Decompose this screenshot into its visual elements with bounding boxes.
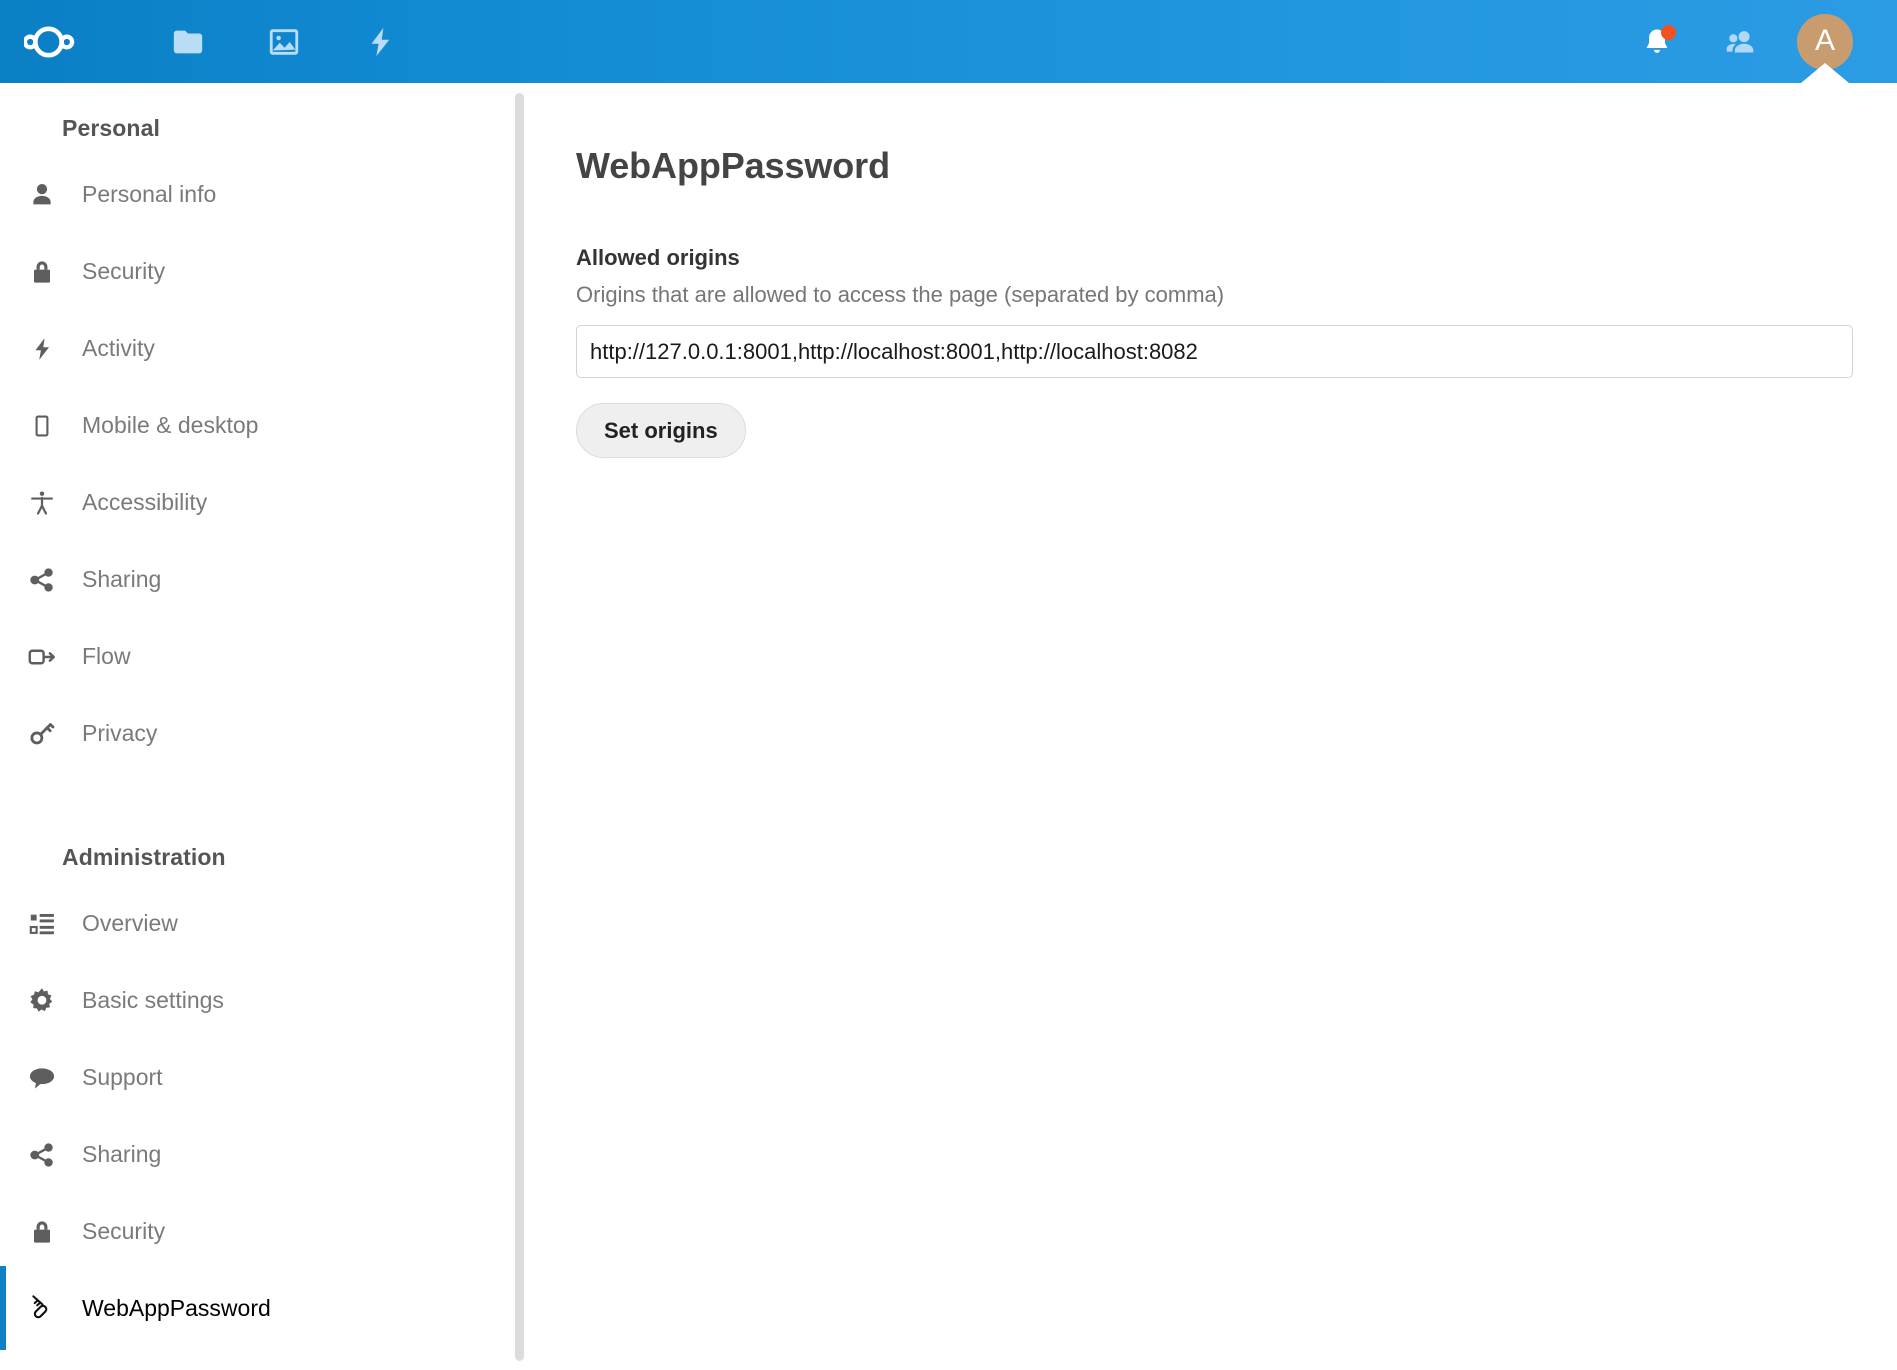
settings-sidebar: Personal Personal info Securi <box>0 83 516 1370</box>
header-app-nav <box>0 0 428 83</box>
allowed-origins-description: Origins that are allowed to access the p… <box>576 282 1851 308</box>
files-app-icon[interactable] <box>140 0 236 83</box>
sidebar-item-label: Accessibility <box>82 491 207 514</box>
sidebar-item-label: Mobile & desktop <box>82 414 258 437</box>
sidebar-item-admin-sharing[interactable]: Sharing <box>0 1116 516 1193</box>
sidebar-heading-personal: Personal <box>0 99 516 156</box>
accessibility-icon <box>20 481 64 525</box>
user-menu-caret-icon <box>1801 63 1849 83</box>
phone-icon <box>20 404 64 448</box>
sidebar-item-label: Sharing <box>82 568 161 591</box>
sidebar-item-label: Privacy <box>82 722 157 745</box>
share-icon <box>20 558 64 602</box>
sidebar-item-label: Flow <box>82 645 131 668</box>
sidebar-item-sharing[interactable]: Sharing <box>0 541 516 618</box>
sidebar-item-activity[interactable]: Activity <box>0 310 516 387</box>
main-content: WebAppPassword Allowed origins Origins t… <box>524 83 1897 1370</box>
sidebar-item-label: Sharing <box>82 1143 161 1166</box>
lock-icon <box>20 250 64 294</box>
list-icon <box>20 902 64 946</box>
sidebar-item-privacy[interactable]: Privacy <box>0 695 516 772</box>
sidebar-item-label: Personal info <box>82 183 216 206</box>
sidebar-item-label: Overview <box>82 912 178 935</box>
speech-bubble-icon <box>20 1056 64 1100</box>
page-title: WebAppPassword <box>576 145 1851 187</box>
nextcloud-settings-page: A Personal Personal info <box>0 0 1897 1370</box>
allowed-origins-label: Allowed origins <box>576 245 1851 271</box>
lock-icon <box>20 1210 64 1254</box>
avatar: A <box>1797 14 1853 70</box>
key-icon <box>20 712 64 756</box>
activity-app-icon[interactable] <box>332 0 428 83</box>
top-header: A <box>0 0 1897 83</box>
sidebar-scroll-area[interactable]: Personal Personal info Securi <box>0 99 516 1370</box>
lightning-icon <box>20 327 64 371</box>
photos-app-icon[interactable] <box>236 0 332 83</box>
set-origins-button[interactable]: Set origins <box>576 403 746 458</box>
user-icon <box>20 173 64 217</box>
sidebar-item-label: Support <box>82 1066 163 1089</box>
sidebar-item-basic-settings[interactable]: Basic settings <box>0 962 516 1039</box>
sidebar-heading-administration: Administration <box>0 772 516 885</box>
sidebar-item-label: Security <box>82 260 165 283</box>
sidebar-item-admin-security[interactable]: Security <box>0 1193 516 1270</box>
flow-icon <box>20 635 64 679</box>
sidebar-item-label: Activity <box>82 337 155 360</box>
sidebar-item-personal-info[interactable]: Personal info <box>0 156 516 233</box>
allowed-origins-input[interactable] <box>576 325 1853 378</box>
sidebar-scrollbar[interactable] <box>515 93 524 1361</box>
sidebar-item-support[interactable]: Support <box>0 1039 516 1116</box>
sidebar-item-security[interactable]: Security <box>0 233 516 310</box>
contacts-button[interactable] <box>1699 0 1783 83</box>
notification-unread-dot <box>1661 25 1676 40</box>
sidebar-item-accessibility[interactable]: Accessibility <box>0 464 516 541</box>
nextcloud-logo[interactable] <box>0 0 140 83</box>
share-icon <box>20 1133 64 1177</box>
sidebar-item-flow[interactable]: Flow <box>0 618 516 695</box>
sidebar-item-label: Security <box>82 1220 165 1243</box>
sidebar-item-mobile-desktop[interactable]: Mobile & desktop <box>0 387 516 464</box>
user-menu-button[interactable]: A <box>1783 0 1867 83</box>
sidebar-item-label: WebAppPassword <box>82 1297 271 1320</box>
key-outline-icon <box>20 1287 64 1331</box>
notifications-button[interactable] <box>1615 0 1699 83</box>
sidebar-item-label: Basic settings <box>82 989 224 1012</box>
sidebar-item-webapppassword[interactable]: WebAppPassword <box>0 1270 516 1347</box>
sidebar-item-overview[interactable]: Overview <box>0 885 516 962</box>
gear-icon <box>20 979 64 1023</box>
header-utility-nav: A <box>1615 0 1897 83</box>
